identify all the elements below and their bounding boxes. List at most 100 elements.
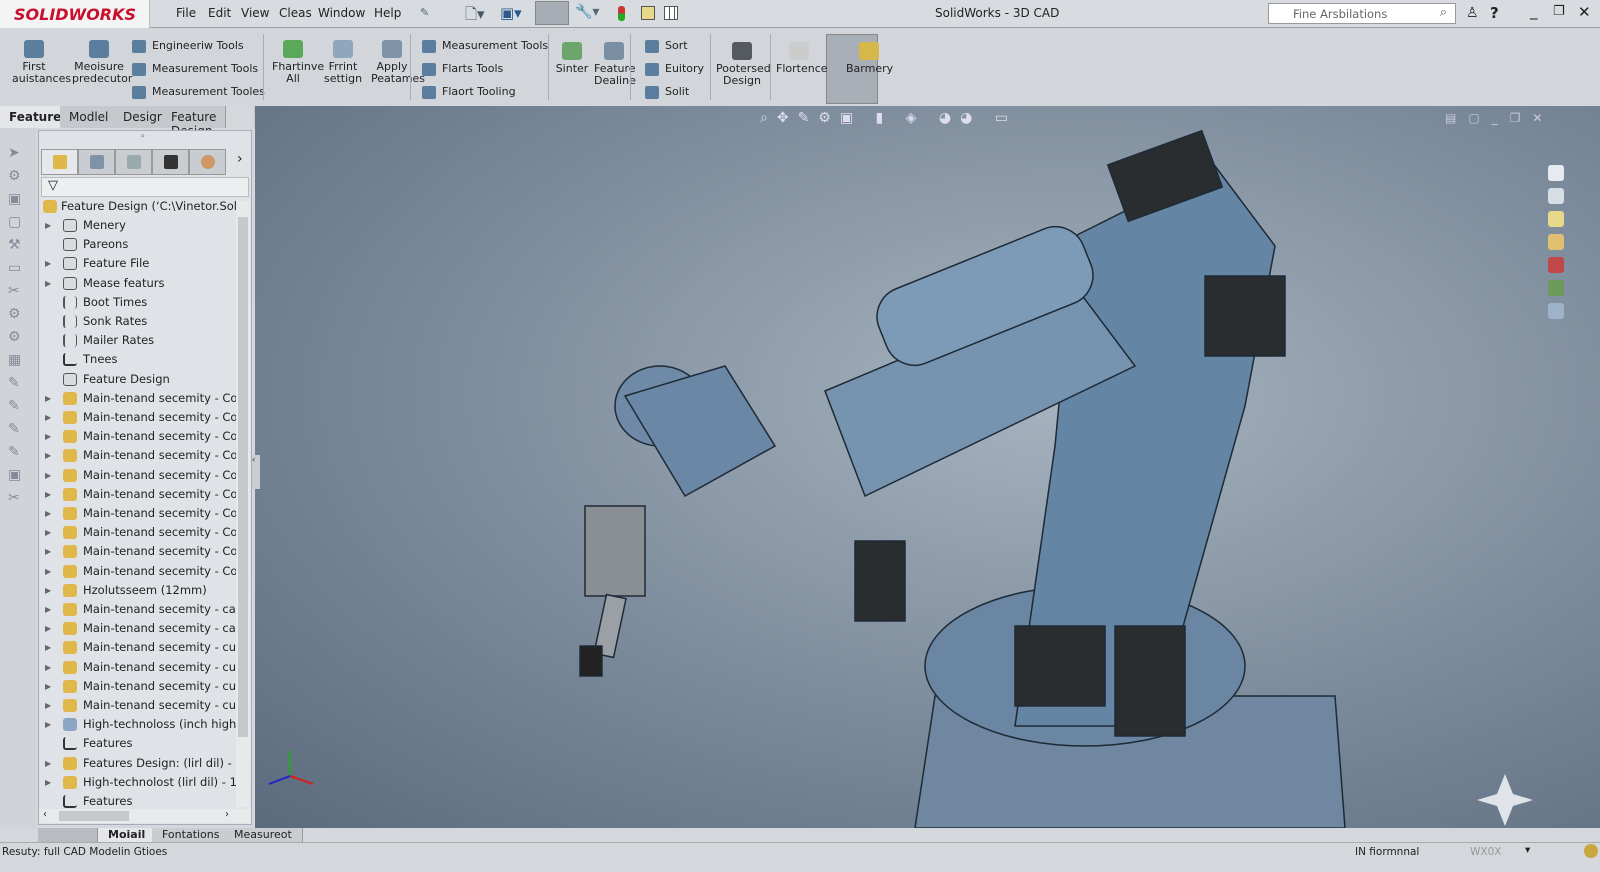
collapse-panel-handle[interactable]: ‹ (252, 455, 260, 489)
table-icon[interactable] (664, 6, 678, 20)
search-icon[interactable]: ⌕ (1440, 5, 1447, 20)
ribbon-meoisure-predecutor-button[interactable]: Meoisure predecutor (72, 40, 132, 85)
tree-item[interactable]: Feature Design (39, 370, 237, 389)
ribbon-flaort-tooling-button[interactable]: Flaort Tooling (422, 85, 516, 99)
tree-item[interactable]: ▶ Main-tenand secemity - cupren (39, 638, 237, 657)
tree-item[interactable]: ▶ Main-tenand secemity - Comps (39, 562, 237, 581)
ribbon-sort-button[interactable]: Sort (645, 39, 688, 53)
expand-arrow-icon[interactable]: ▶ (45, 389, 51, 408)
tree-item[interactable]: ▶ Main-tenand secemity - Comps (39, 389, 237, 408)
custom-properties-icon[interactable] (1548, 280, 1564, 296)
tree-item[interactable]: ▶ Features Design: (lirl dil) - 128 m (39, 754, 237, 773)
expand-arrow-icon[interactable]: ▶ (45, 254, 51, 273)
tree-root[interactable]: Feature Design (‘C:\Vinetor.SolidWorks (39, 197, 237, 216)
tree-filter-input[interactable]: ▽ (41, 177, 249, 197)
expand-arrow-icon[interactable]: ▶ (45, 715, 51, 734)
traffic-light-icon[interactable] (618, 6, 625, 21)
ribbon-apply-peatames-button[interactable]: Apply Peatames (371, 40, 425, 85)
pin-icon[interactable]: ✎ (420, 6, 429, 19)
bottom-tab-moiail[interactable]: Moiail (98, 828, 157, 842)
ribbon-measurement-tooles-button[interactable]: Measurement Tooles (132, 85, 265, 99)
ribbon-euitory-button[interactable]: Euitory (645, 62, 704, 76)
rebuild-icon[interactable] (1584, 844, 1598, 858)
expand-arrow-icon[interactable]: ▶ (45, 600, 51, 619)
menu-window[interactable]: Window (318, 6, 365, 20)
ribbon-fhartinve-all-button[interactable]: Fhartinve All (272, 40, 324, 85)
tree-item[interactable]: ▶ Main-tenand secemity - cupren (39, 658, 237, 677)
folder-open-icon[interactable] (1548, 211, 1564, 227)
unit-system[interactable]: IN fiormnnal (1355, 846, 1419, 858)
unit-dropdown-icon[interactable]: ▾ (1525, 844, 1530, 856)
property-manager-tab-icon[interactable] (78, 149, 115, 175)
tree-item[interactable]: ▶ Main-tenand secemity - Comps (39, 542, 237, 561)
ribbon-first-auistances-button[interactable]: First auistances (12, 40, 71, 85)
expand-arrow-icon[interactable]: ▶ (45, 523, 51, 542)
tree-item[interactable]: ▶ Hzolutsseem (12mm) (39, 581, 237, 600)
tab-scroll-buttons[interactable] (38, 828, 98, 842)
close-icon[interactable]: ✕ (1578, 3, 1591, 21)
bottom-tab-fontations[interactable]: Fontations (152, 828, 231, 842)
expand-arrow-icon[interactable]: ▶ (45, 773, 51, 792)
print-button[interactable] (535, 1, 569, 25)
appearance-icon[interactable] (1548, 257, 1564, 273)
home-icon[interactable] (1548, 165, 1564, 181)
library-icon[interactable] (1548, 234, 1564, 250)
display-manager-tab-icon[interactable] (189, 149, 226, 175)
tree-item[interactable]: ▶ Feature File (39, 254, 237, 273)
search-input[interactable]: Fine Arsbilations ⌕ (1268, 3, 1456, 24)
tree-item[interactable]: ▶ Main-tenand secemity - Comps (39, 427, 237, 446)
expand-arrow-icon[interactable]: ▶ (45, 696, 51, 715)
tree-horizontal-scrollbar[interactable]: ‹ › (39, 809, 251, 823)
viewport-window-controls[interactable]: ▤▢_❐✕ (1445, 111, 1555, 125)
panel-grip-icon[interactable]: ⚬ (139, 132, 147, 142)
expand-arrow-icon[interactable]: ▶ (45, 754, 51, 773)
tree-item[interactable]: ▶ Main-tenand secemity - Comps (39, 523, 237, 542)
ribbon-measurement-tools-button[interactable]: Measurement Tools (132, 62, 258, 76)
tree-item[interactable]: Tnees (39, 350, 237, 369)
ribbon-flortence-button[interactable]: Flortence (776, 42, 828, 75)
panel-tabs-next-icon[interactable]: › (237, 151, 243, 167)
tree-item[interactable]: ▶ Main-tenand secemity - Comps (39, 485, 237, 504)
minimize-icon[interactable]: _ (1530, 2, 1538, 20)
ribbon-measurement-tools-button[interactable]: Measurement Tools (422, 39, 548, 53)
menu-view[interactable]: View (241, 6, 269, 20)
help-icon[interactable]: ? (1490, 4, 1499, 22)
tree-item[interactable]: ▶ Main-tenand secemity - Comps (39, 408, 237, 427)
ribbon-frrint-settign-button[interactable]: Frrint settign (324, 40, 362, 85)
save-icon[interactable]: ▣▾ (500, 4, 522, 22)
ribbon-sinter-button[interactable]: Sinter (554, 42, 590, 75)
tree-item[interactable]: Pareons (39, 235, 237, 254)
tree-item[interactable]: ▶ High-technoloss (inch high teot (39, 715, 237, 734)
dimxpert-tab-icon[interactable] (152, 149, 189, 175)
tree-item[interactable]: Boot Times (39, 293, 237, 312)
expand-arrow-icon[interactable]: ▶ (45, 427, 51, 446)
menu-edit[interactable]: Edit (208, 6, 231, 20)
tab-modlel[interactable]: Modlel (60, 106, 119, 128)
tree-item[interactable]: ▶ Main-tenand secemity - Comps (39, 466, 237, 485)
tree-item[interactable]: ▶ Main-tenand secemity - Comps (39, 504, 237, 523)
solidworks-logo[interactable]: SOLIDWORKS (0, 0, 150, 30)
wrench-icon[interactable]: 🔧▾ (575, 4, 599, 20)
menu-file[interactable]: File (176, 6, 196, 20)
tree-item[interactable]: ▶ Menery (39, 216, 237, 235)
tree-item[interactable]: ▶ Main-tenand secemity - cupren (39, 696, 237, 715)
expand-arrow-icon[interactable]: ▶ (45, 408, 51, 427)
ribbon-flarts-tools-button[interactable]: Flarts Tools (422, 62, 503, 76)
expand-arrow-icon[interactable]: ▶ (45, 504, 51, 523)
expand-arrow-icon[interactable]: ▶ (45, 562, 51, 581)
table-pane-icon[interactable] (1548, 303, 1564, 319)
expand-arrow-icon[interactable]: ▶ (45, 677, 51, 696)
tree-item[interactable]: Features (39, 734, 237, 753)
tree-item[interactable]: ▶ Main-tenand secemity - cupren (39, 677, 237, 696)
ribbon-engineeriw-tools-button[interactable]: Engineeriw Tools (132, 39, 244, 53)
tree-scroll-thumb[interactable] (238, 217, 248, 737)
expand-arrow-icon[interactable]: ▶ (45, 485, 51, 504)
expand-arrow-icon[interactable]: ▶ (45, 658, 51, 677)
tree-item[interactable]: ▶ Main-tenand secemity - capren (39, 600, 237, 619)
heads-up-view-toolbar[interactable]: ⌕✥✎⚙▣ ▮ ◈ ◕◕ ▭ (760, 110, 1017, 126)
expand-arrow-icon[interactable]: ▶ (45, 216, 51, 235)
tree-item[interactable]: Mailer Rates (39, 331, 237, 350)
left-tool-icons[interactable]: ➤ ⚙ ▣ ▢ ⚒ ▭ ✂ ⚙ ⚙ ▦ ✎ ✎ ✎ ✎ ▣ ✂ (0, 128, 36, 510)
restore-icon[interactable]: ❐ (1553, 4, 1565, 19)
expand-arrow-icon[interactable]: ▶ (45, 638, 51, 657)
